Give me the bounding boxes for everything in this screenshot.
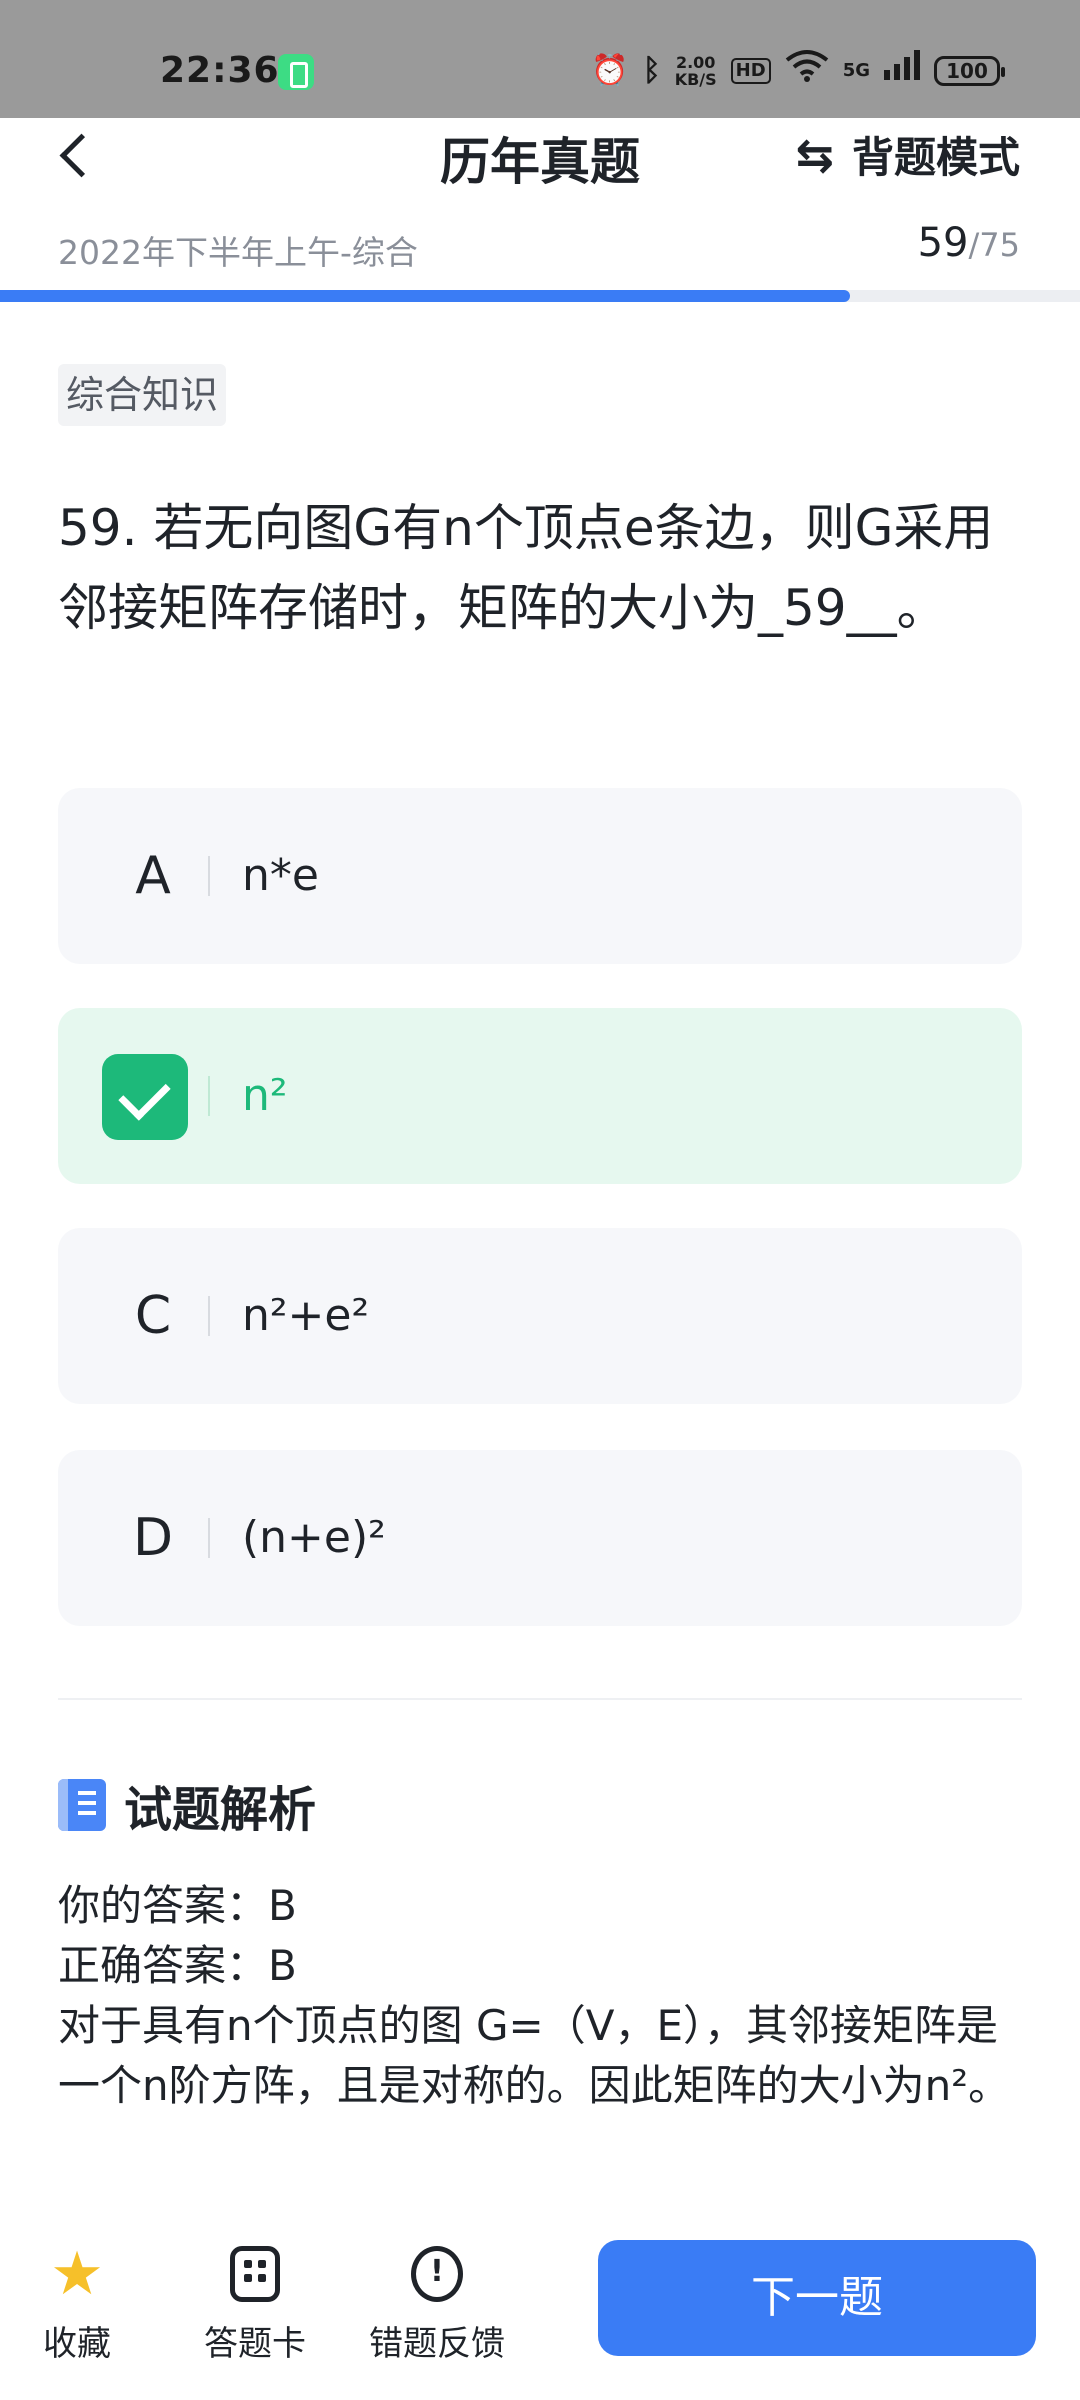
question-text: 59. 若无向图G有n个顶点e条边，则G采用邻接矩阵存储时，矩阵的大小为_59_… [58, 499, 994, 637]
bottom-bar: ★ 收藏 答题卡 ! 错题反馈 下一题 [0, 2220, 1080, 2400]
answer-card-label: 答题卡 [204, 2324, 306, 2364]
option-a[interactable]: A n*e [58, 788, 1022, 964]
progress-bar [0, 290, 1080, 302]
option-divider [208, 1518, 210, 1558]
exclamation-icon: ! [411, 2246, 463, 2302]
option-letter: C [134, 1286, 172, 1346]
charging-icon [278, 54, 314, 90]
option-d[interactable]: D (n+e)² [58, 1450, 1022, 1626]
option-letter: A [135, 846, 171, 906]
book-icon [58, 1779, 106, 1831]
feedback-label: 错题反馈 [369, 2324, 505, 2364]
option-text: (n+e)² [242, 1512, 386, 1563]
signal-icon [884, 50, 920, 91]
analysis-title: 试题解析 [124, 1782, 317, 1838]
next-question-button[interactable]: 下一题 [598, 2240, 1036, 2356]
grid-card-icon [230, 2246, 280, 2302]
analysis-heading: 试题解析 [58, 1770, 316, 1840]
wifi-icon [785, 48, 829, 93]
status-bar: 22:36 ⏰ ᛒ 2.00 KB/S HD 5G 100 [0, 0, 1080, 118]
favorite-button[interactable]: ★ 收藏 [2, 2239, 152, 2365]
recite-mode-label: 背题模式 [851, 133, 1020, 182]
option-b[interactable]: n² [58, 1008, 1022, 1184]
network-type: 5G [842, 60, 870, 81]
status-time: 22:36 [160, 50, 280, 91]
option-divider [208, 856, 210, 896]
recite-mode-toggle[interactable]: ⇆ 背题模式 [795, 124, 1020, 185]
battery-icon: 100 [934, 55, 1005, 86]
option-text: n*e [242, 850, 319, 901]
option-divider [208, 1076, 210, 1116]
check-icon [102, 1054, 188, 1140]
option-divider [208, 1296, 210, 1336]
question-current: 59 [917, 220, 969, 266]
favorite-label: 收藏 [43, 2324, 111, 2364]
progress-fill [0, 290, 850, 302]
nav-bar: 历年真题 ⇆ 背题模式 [0, 118, 1080, 208]
correct-answer: 正确答案：B [58, 1941, 297, 1990]
explanation: 对于具有n个顶点的图 G=（V，E），其邻接矩阵是一个n阶方阵，且是对称的。因此… [58, 2001, 1011, 2110]
question-total: /75 [968, 226, 1021, 264]
bluetooth-icon: ᛒ [642, 52, 661, 88]
net-speed: 2.00 KB/S [675, 54, 717, 88]
net-speed-unit: KB/S [674, 69, 717, 89]
hd-badge: HD [730, 57, 771, 84]
category-tag: 综合知识 [58, 364, 227, 426]
option-c[interactable]: C n²+e² [58, 1228, 1022, 1404]
question-counter[interactable]: 59/75 [918, 220, 1020, 266]
analysis-body: 你的答案：B 正确答案：B 对于具有n个顶点的图 G=（V，E），其邻接矩阵是一… [58, 1876, 1022, 2116]
status-icons: ⏰ ᛒ 2.00 KB/S HD 5G 100 [591, 48, 1005, 93]
your-answer: 你的答案：B [58, 1881, 297, 1930]
alarm-icon: ⏰ [591, 52, 629, 88]
paper-name: 2022年下半年上午-综合 [58, 233, 418, 272]
option-text: n²+e² [242, 1290, 370, 1341]
option-letter: D [132, 1508, 174, 1568]
section-divider [58, 1698, 1022, 1700]
option-text: n² [242, 1070, 288, 1121]
feedback-button[interactable]: ! 错题反馈 [362, 2246, 512, 2365]
star-icon: ★ [50, 2239, 104, 2309]
swap-icon: ⇆ [795, 127, 834, 182]
answer-card-button[interactable]: 答题卡 [180, 2246, 330, 2365]
